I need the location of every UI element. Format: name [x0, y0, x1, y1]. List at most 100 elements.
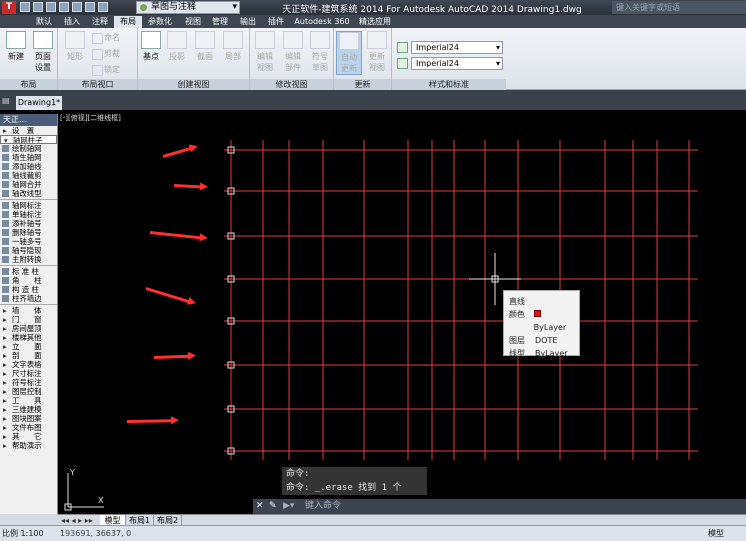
open-file-icon[interactable]: [33, 2, 43, 12]
symbol-sketch-icon: [310, 31, 330, 49]
sidebar-item[interactable]: 构 造 柱: [0, 285, 57, 294]
tab-insert[interactable]: 插入: [58, 16, 86, 28]
tab-view[interactable]: 视图: [180, 16, 206, 28]
update-view-button[interactable]: 更新 视图: [364, 31, 390, 73]
sidebar-item[interactable]: 单轴标注: [0, 210, 57, 219]
sidebar-item[interactable]: 图层控制: [0, 387, 57, 396]
customize-wrench-icon[interactable]: ✎: [269, 499, 277, 514]
panel-layout: 新建 页面 设置 布局: [0, 28, 58, 90]
clip-viewport-button[interactable]: 剪裁: [92, 48, 120, 60]
sidebar-item[interactable]: 柱齐墙边: [0, 294, 57, 303]
tooltip-value: ByLayer: [535, 349, 568, 358]
new-file-icon[interactable]: [20, 2, 30, 12]
layout-bar-left: [0, 514, 58, 525]
sidebar-item[interactable]: 文字表格: [0, 360, 57, 369]
drawing-canvas[interactable]: [-][俯视][二维线框]: [58, 110, 746, 514]
name-viewport-button[interactable]: 命名: [92, 32, 120, 44]
edit-components-button[interactable]: 编辑 部件: [280, 31, 306, 73]
auto-update-button[interactable]: 自动 更新: [336, 31, 362, 75]
workspace-dropdown[interactable]: 草图与注释: [136, 1, 240, 14]
symbol-sketch-button[interactable]: 符号 草图: [307, 31, 333, 73]
panel-update: 自动 更新 更新 视图 更新: [334, 28, 392, 90]
model-space-toggle[interactable]: 模型: [708, 526, 724, 541]
sidebar-item[interactable]: 符号标注: [0, 378, 57, 387]
sidebar-item[interactable]: 楼梯其他: [0, 333, 57, 342]
edit-view-button[interactable]: 编辑 视图: [252, 31, 278, 73]
redo-icon[interactable]: [98, 2, 108, 12]
auto-update-icon: [339, 32, 359, 50]
tab-manage[interactable]: 管理: [206, 16, 234, 28]
tooltip-row: 图层 DOTE: [509, 334, 574, 347]
tab-plugins[interactable]: 插件: [262, 16, 290, 28]
sidebar-item[interactable]: 图块图案: [0, 414, 57, 423]
sidebar-item[interactable]: 设 置: [0, 126, 57, 135]
rectangle-viewport-button[interactable]: 矩形: [62, 31, 88, 62]
tab-annotate[interactable]: 注释: [86, 16, 114, 28]
ribbon: 新建 页面 设置 布局 矩形 命名 剪裁 锁定 布局视口 基点 投影 截面 局部…: [0, 28, 746, 90]
save-as-icon[interactable]: [59, 2, 69, 12]
edit-view-icon: [255, 31, 275, 49]
ucs-icon: Y X: [64, 468, 104, 511]
sidebar-item[interactable]: 轴改线型: [0, 189, 57, 198]
sidebar-item[interactable]: 帮助演示: [0, 441, 57, 450]
sidebar-item[interactable]: 轴网柱子: [0, 135, 57, 144]
sidebar-item[interactable]: 三维建模: [0, 405, 57, 414]
sidebar-item[interactable]: 工 具: [0, 396, 57, 405]
save-icon[interactable]: [46, 2, 56, 12]
sidebar-item[interactable]: 房间屋顶: [0, 324, 57, 333]
tab-output[interactable]: 输出: [234, 16, 262, 28]
sidebar-item[interactable]: 一轴多号: [0, 237, 57, 246]
sidebar-item[interactable]: 主附转换: [0, 255, 57, 264]
sidebar-item[interactable]: 绘制轴网: [0, 144, 57, 153]
sidebar-item[interactable]: 轴网合并: [0, 180, 57, 189]
app-logo-icon[interactable]: T: [2, 1, 16, 14]
close-icon[interactable]: ✕: [256, 499, 264, 514]
command-line: ✕ ✎ ▶▾ 键入命令: [253, 499, 746, 514]
sidebar-item[interactable]: 轴号隐现: [0, 246, 57, 255]
sidebar-item[interactable]: 墙 体: [0, 306, 57, 315]
tab-autodesk-360[interactable]: Autodesk 360: [292, 16, 352, 28]
command-prompt-icon[interactable]: ▶▾: [283, 499, 294, 514]
sidebar-item[interactable]: 立 面: [0, 342, 57, 351]
sidebar-item[interactable]: 其 它: [0, 432, 57, 441]
page-setup-button[interactable]: 页面 设置: [30, 31, 56, 73]
sidebar-item[interactable]: 轴线裁剪: [0, 171, 57, 180]
sidebar-item[interactable]: 轴网标注: [0, 201, 57, 210]
panel-modify-view: 编辑 视图 编辑 部件 符号 草图 修改视图: [250, 28, 334, 90]
base-view-button[interactable]: 基点: [138, 31, 164, 62]
sidebar-item[interactable]: 添补轴号: [0, 219, 57, 228]
lock-viewport-button[interactable]: 锁定: [92, 64, 120, 76]
document-tab[interactable]: Drawing1*: [16, 96, 62, 110]
projected-view-button[interactable]: 投影: [164, 31, 190, 62]
search-input[interactable]: 键入关键字或短语: [612, 1, 746, 14]
title-bar: T 草图与注释 天正软件-建筑系统 2014 For Autodesk Auto…: [0, 0, 746, 15]
page-setup-icon: [33, 31, 53, 49]
tab-layout[interactable]: 布局: [114, 16, 142, 28]
sidebar-item[interactable]: 墙生轴网: [0, 153, 57, 162]
detail-view-button[interactable]: 局部: [220, 31, 246, 62]
sidebar-item[interactable]: 尺寸标注: [0, 369, 57, 378]
document-menu-icon[interactable]: ▤: [2, 96, 14, 108]
undo-icon[interactable]: [85, 2, 95, 12]
sidebar-item[interactable]: 门 窗: [0, 315, 57, 324]
sidebar-item[interactable]: 角 柱: [0, 276, 57, 285]
detail-style-dropdown[interactable]: Imperial24: [411, 57, 503, 70]
sidebar-item[interactable]: 添加轴线: [0, 162, 57, 171]
section-style-dropdown[interactable]: Imperial24: [411, 41, 503, 54]
sidebar-item[interactable]: 文件布图: [0, 423, 57, 432]
sidebar-item[interactable]: 剖 面: [0, 351, 57, 360]
tab-parametric[interactable]: 参数化: [142, 16, 178, 28]
update-view-icon: [367, 31, 387, 49]
sidebar-separator: [0, 265, 57, 266]
tab-featured-apps[interactable]: 精选应用: [354, 16, 396, 28]
command-input[interactable]: 键入命令: [305, 499, 341, 514]
tooltip-row: 线型 ByLayer: [509, 347, 574, 360]
annotation-scale[interactable]: 比例 1:100: [2, 526, 44, 541]
print-icon[interactable]: [72, 2, 82, 12]
new-layout-button[interactable]: 新建: [3, 31, 29, 62]
section-view-button[interactable]: 截面: [192, 31, 218, 62]
tab-default[interactable]: 默认: [30, 16, 58, 28]
sidebar-item[interactable]: 标 准 柱: [0, 267, 57, 276]
tooltip-row: 颜色 ByLayer: [509, 308, 574, 334]
sidebar-item[interactable]: 删除轴号: [0, 228, 57, 237]
